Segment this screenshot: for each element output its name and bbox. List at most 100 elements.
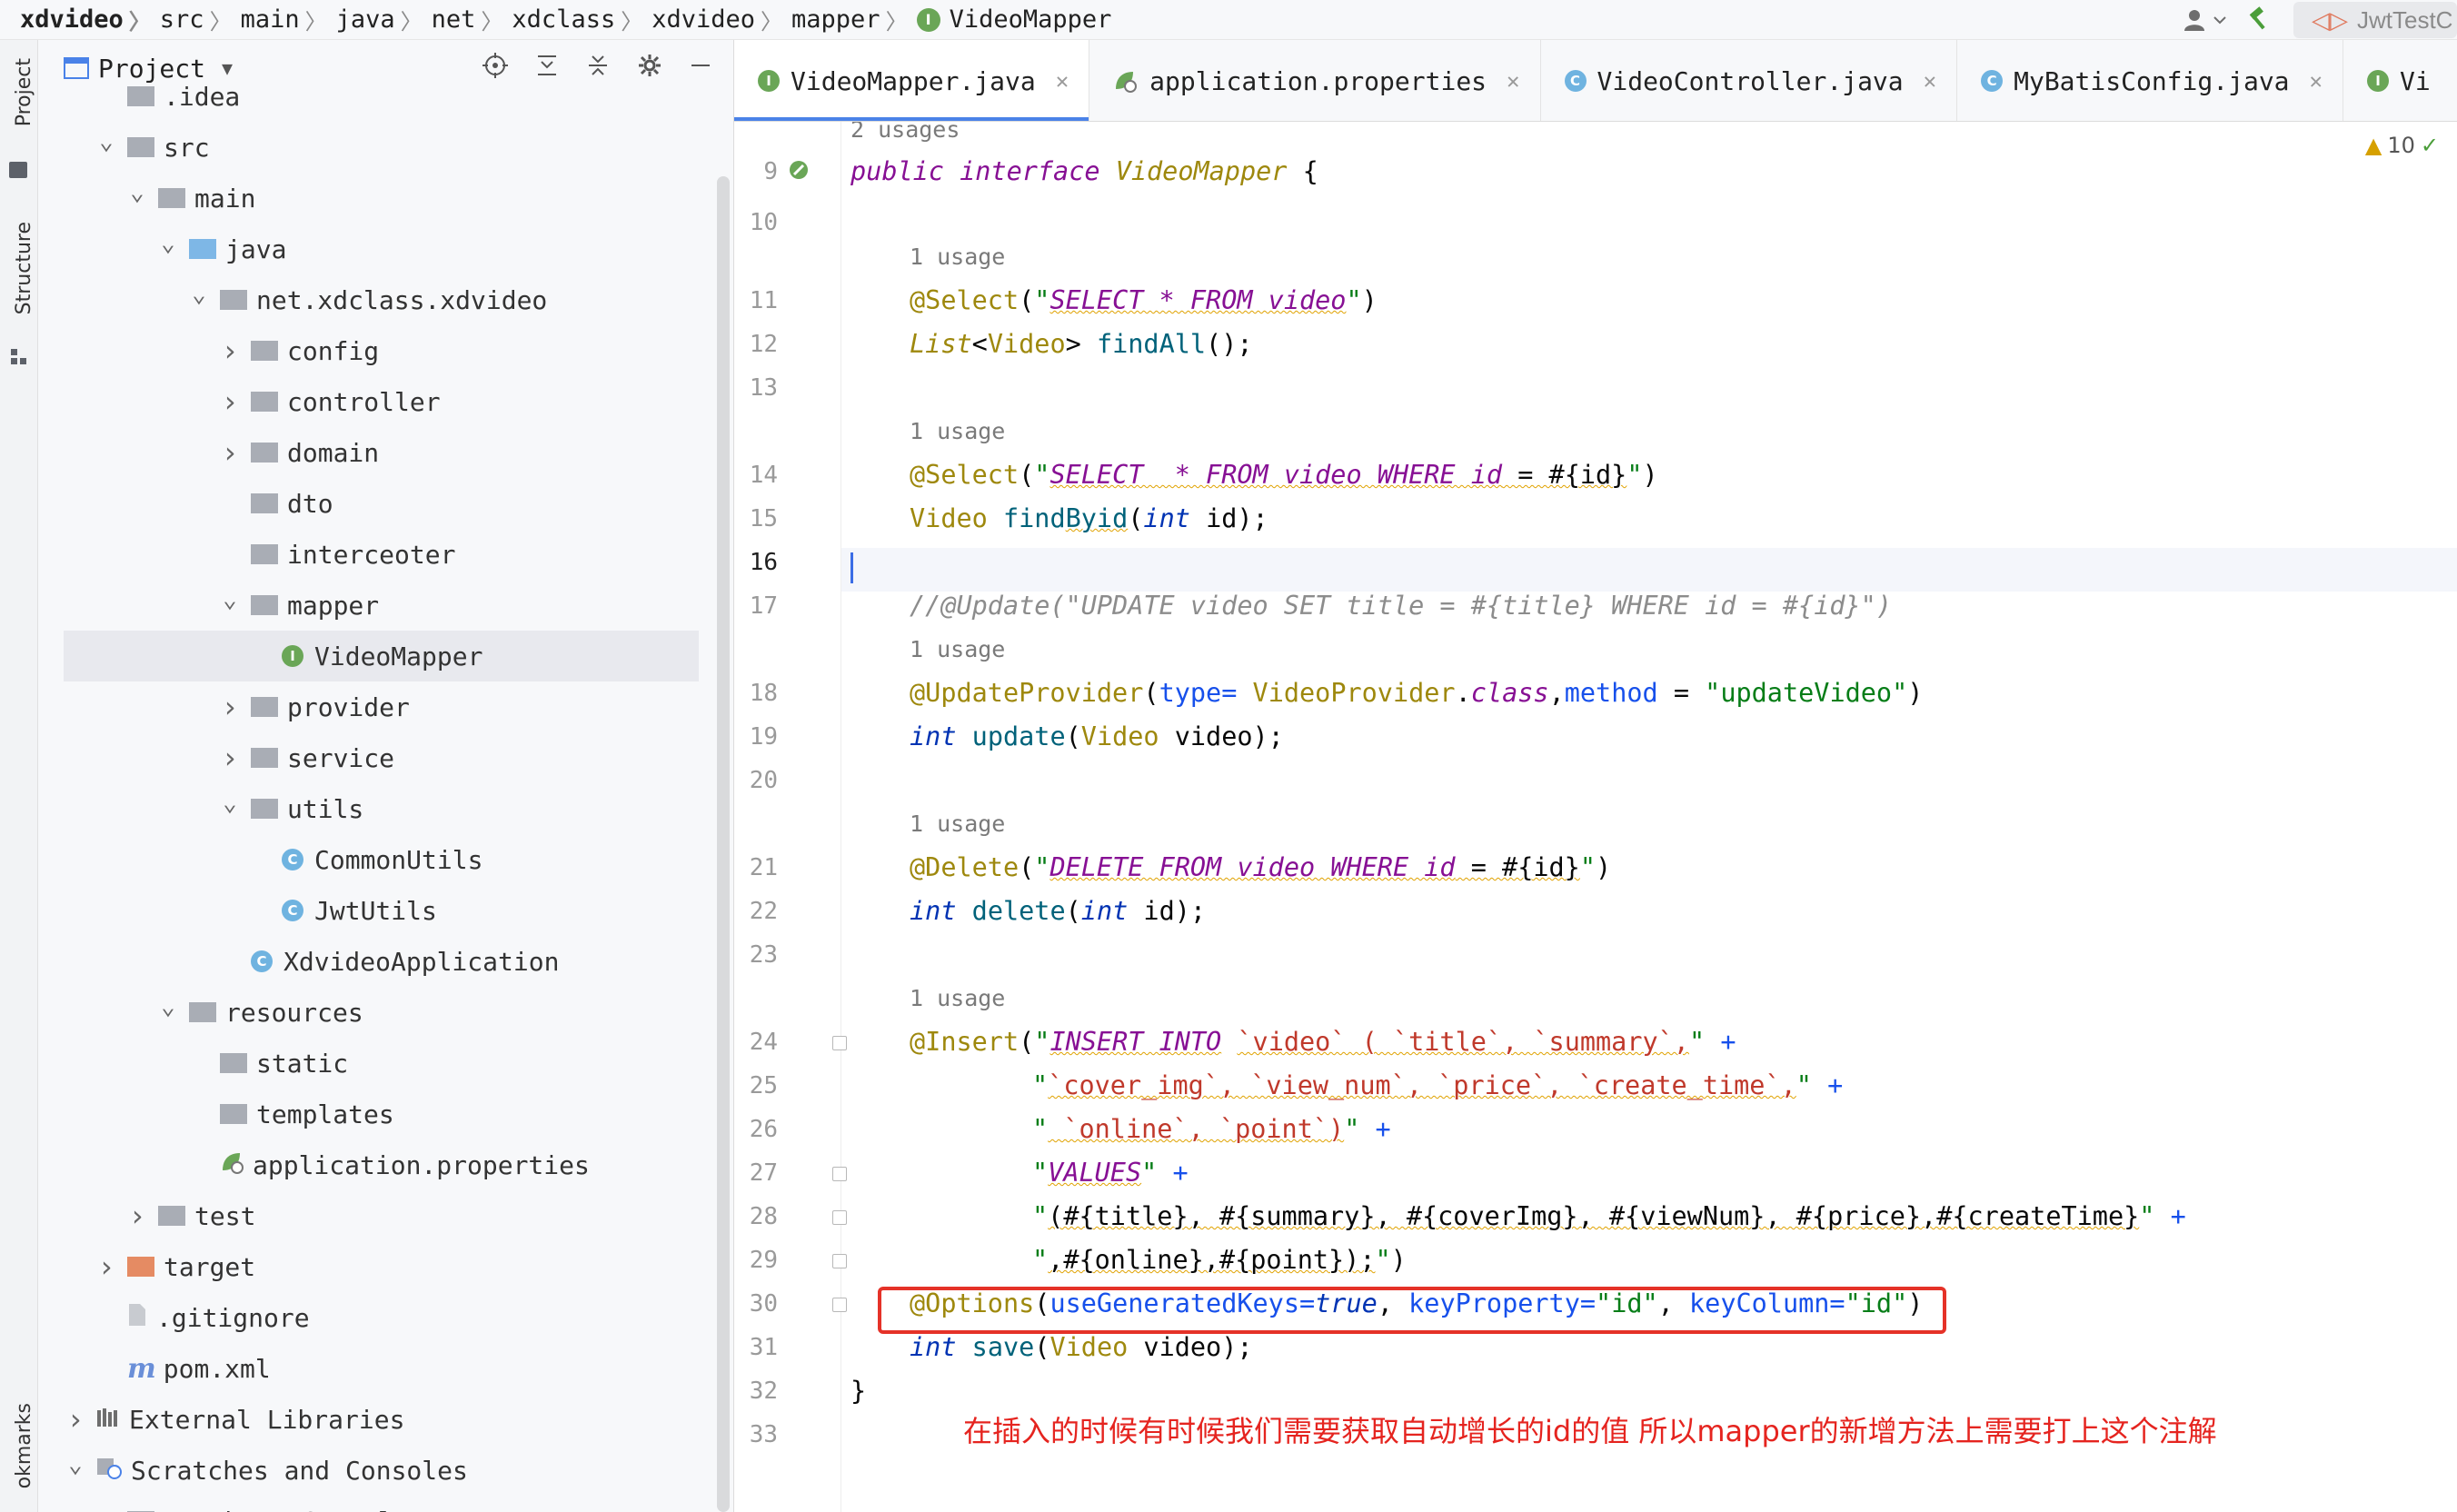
chevron-right-icon[interactable]: › (96, 1249, 116, 1284)
tree-item[interactable]: › test (38, 1190, 733, 1241)
tree-item[interactable]: ⌄ mapper (38, 580, 733, 631)
fold-marker[interactable] (832, 1036, 847, 1050)
tree-item[interactable]: ⌄ Scratches and Consoles (38, 1445, 733, 1496)
maven-icon: m (127, 1352, 156, 1385)
chevron-right-icon[interactable]: › (96, 1504, 116, 1512)
tab-mybatisconfig[interactable]: C MyBatisConfig.java ✕ (1957, 40, 2343, 121)
tree-item[interactable]: › controller (38, 376, 733, 427)
tree-item[interactable]: .idea (38, 71, 733, 122)
close-icon[interactable]: ✕ (1924, 68, 1936, 94)
tree-item[interactable]: ⌄ src (38, 122, 733, 173)
tree-item[interactable]: C XdvideoApplication (38, 936, 733, 987)
chevron-right-icon[interactable]: › (220, 741, 240, 775)
run-configuration-selector[interactable]: ◁▷ JwtTestC (2293, 2, 2457, 38)
tree-item[interactable]: dto (38, 478, 733, 529)
tree-item[interactable]: C CommonUtils (38, 834, 733, 885)
tree-item[interactable]: › External Libraries (38, 1394, 733, 1445)
chevron-down-icon[interactable]: ⌄ (96, 128, 116, 155)
tree-item[interactable]: templates (38, 1089, 733, 1139)
text-caret (850, 552, 853, 583)
breadcrumb-item[interactable]: xdvideo 〉 (652, 4, 791, 35)
line-number: 27 (749, 1159, 778, 1187)
tree-item[interactable]: › domain (38, 427, 733, 478)
line-number: 9 (763, 158, 778, 185)
bookmarks-tool-button[interactable]: okmarks (7, 1403, 35, 1512)
breadcrumb-item[interactable]: xdvideo 〉 (20, 4, 160, 35)
chevron-right-icon[interactable]: › (65, 1402, 85, 1437)
fold-marker[interactable] (832, 1254, 847, 1268)
line-number: 13 (749, 374, 778, 402)
chevron-down-icon[interactable]: ⌄ (189, 281, 209, 308)
tree-item[interactable]: ⌄ java (38, 224, 733, 274)
implementation-gutter-icon[interactable] (787, 158, 811, 185)
breadcrumb-item[interactable]: net 〉 (432, 4, 512, 35)
chevron-down-icon[interactable]: ⌄ (158, 993, 178, 1020)
close-icon[interactable]: ✕ (1507, 68, 1519, 94)
build-hammer-icon[interactable] (2246, 5, 2273, 35)
breadcrumb-item[interactable]: src 〉 (160, 4, 241, 35)
folder-icon (251, 748, 278, 768)
breadcrumb-item[interactable]: main 〉 (241, 4, 336, 35)
tab-videocontroller[interactable]: C VideoController.java ✕ (1541, 40, 1958, 121)
tree-item-label: .idea (164, 81, 241, 112)
tab-overflow[interactable]: I Vi (2343, 40, 2451, 121)
chevron-right-icon[interactable]: › (220, 435, 240, 470)
close-icon[interactable]: ✕ (1056, 68, 1069, 94)
usage-hint[interactable]: 1 usage (910, 811, 1005, 837)
chevron-right-icon[interactable]: › (220, 690, 240, 724)
usage-hint[interactable]: 1 usage (910, 418, 1005, 444)
project-tool-button[interactable]: Project (7, 58, 35, 204)
code-line-29: ",#{online},#{point});") (1032, 1245, 1407, 1275)
tree-item[interactable]: m pom.xml (38, 1343, 733, 1394)
usage-hint[interactable]: 2 usages (850, 122, 960, 143)
chevron-down-icon[interactable]: ⌄ (127, 179, 147, 206)
project-scrollbar[interactable] (717, 176, 730, 1512)
usage-hint[interactable]: 1 usage (910, 636, 1005, 662)
inspection-widget[interactable]: ▲ 10 ✓ (2365, 133, 2439, 158)
line-number: 29 (749, 1247, 778, 1274)
breadcrumb-item[interactable]: xdclass 〉 (512, 4, 652, 35)
fold-marker[interactable] (832, 1298, 847, 1312)
user-icon[interactable] (2183, 7, 2226, 33)
chevron-down-icon[interactable]: ⌄ (158, 230, 178, 257)
tree-item[interactable]: interceoter (38, 529, 733, 580)
code-line-28: "(#{title}, #{summary}, #{coverImg}, #{v… (1032, 1201, 2186, 1231)
tree-item[interactable]: › target (38, 1241, 733, 1292)
structure-icon (11, 349, 27, 365)
tree-item[interactable]: ⌄ utils (38, 783, 733, 834)
interface-icon: I (2367, 70, 2389, 92)
tab-videomapper[interactable]: I VideoMapper.java ✕ (734, 40, 1090, 121)
chevron-down-icon[interactable]: ⌄ (220, 586, 240, 613)
fold-marker[interactable] (832, 1167, 847, 1181)
chevron-right-icon[interactable]: › (127, 1199, 147, 1233)
chevron-right-icon[interactable]: › (220, 333, 240, 368)
tree-item[interactable]: application.properties (38, 1139, 733, 1190)
chevron-down-icon[interactable]: ⌄ (220, 790, 240, 817)
structure-tool-button[interactable]: Structure (7, 222, 35, 403)
breadcrumb-item[interactable]: java 〉 (336, 4, 432, 35)
tree-item[interactable]: C JwtUtils (38, 885, 733, 936)
tree-item[interactable]: › provider (38, 681, 733, 732)
tree-item[interactable]: › service (38, 732, 733, 783)
class-icon: C (1981, 70, 2004, 92)
tree-item[interactable]: ⌄ net.xdclass.xdvideo (38, 274, 733, 325)
breadcrumb-item[interactable]: mapper 〉 (791, 4, 917, 35)
tree-item[interactable]: I VideoMapper (64, 631, 699, 681)
tree-item[interactable]: static (38, 1038, 733, 1089)
close-icon[interactable]: ✕ (2310, 68, 2323, 94)
tree-item[interactable]: ⌄ resources (38, 987, 733, 1038)
annotation-note: 在插入的时候有时候我们需要获取自动增长的id的值 所以mapper的新增方法上需… (963, 1414, 2217, 1448)
chevron-right-icon[interactable]: › (220, 384, 240, 419)
tab-application-properties[interactable]: application.properties ✕ (1089, 40, 1541, 121)
tree-item[interactable]: › config (38, 325, 733, 376)
tree-item-label: java (225, 234, 287, 264)
usage-hint[interactable]: 1 usage (910, 985, 1005, 1011)
tree-item[interactable]: › Database Consoles (38, 1496, 733, 1512)
tree-item[interactable]: ⌄ main (38, 173, 733, 224)
chevron-down-icon[interactable]: ⌄ (65, 1451, 85, 1478)
usage-hint[interactable]: 1 usage (910, 244, 1005, 270)
fold-marker[interactable] (832, 1210, 847, 1225)
breadcrumb-item[interactable]: I VideoMapper (916, 5, 1111, 34)
tree-item[interactable]: .gitignore (38, 1292, 733, 1343)
class-icon: C (282, 900, 303, 921)
